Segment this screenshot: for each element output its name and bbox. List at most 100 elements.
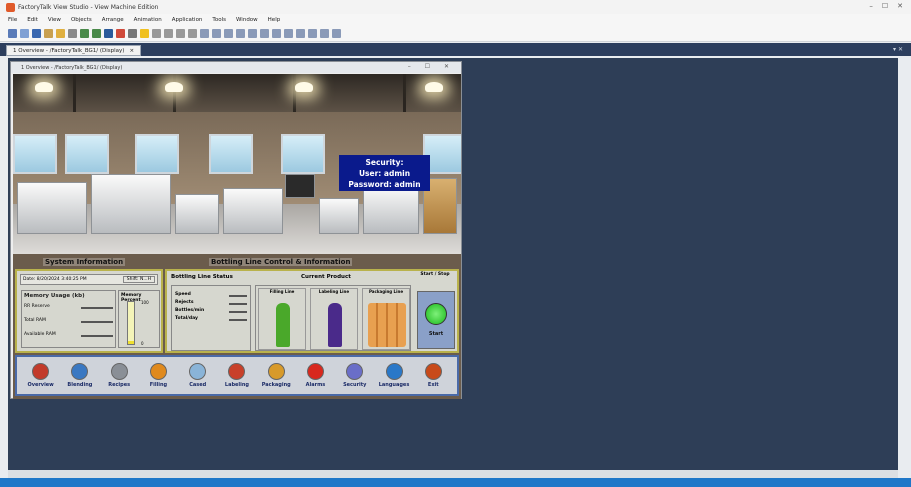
rectangle-tool-icon[interactable]: [164, 28, 173, 38]
navigation-bar: Overview Blending Recipes Filling Cased …: [15, 355, 459, 396]
maximize-button[interactable]: ☐: [882, 2, 888, 10]
string-display-icon[interactable]: [260, 28, 269, 38]
start-button[interactable]: Start: [417, 291, 455, 349]
rotary-filler: [91, 174, 171, 234]
security-label: Security:: [365, 158, 404, 167]
menu-tools[interactable]: Tools: [212, 17, 226, 23]
open-icon[interactable]: [20, 28, 29, 38]
memory-row: RR Reserve: [24, 304, 113, 309]
test-display-icon[interactable]: [104, 28, 113, 38]
nav-filling-button[interactable]: Filling: [140, 363, 176, 388]
nav-languages-button[interactable]: Languages: [376, 363, 412, 388]
ceiling-lamp: [35, 82, 53, 92]
memory-row-label: Available RAM: [24, 332, 56, 337]
button-tool-icon[interactable]: [236, 28, 245, 38]
tab-close-icon[interactable]: ×: [129, 48, 134, 54]
minimize-button[interactable]: –: [869, 2, 873, 10]
gauge-tool-icon[interactable]: [272, 28, 281, 38]
memory-bar: [127, 301, 135, 345]
labeled-bottle-icon: [328, 303, 342, 347]
trend-tool-icon[interactable]: [284, 28, 293, 38]
factory-window: [135, 134, 179, 174]
recipes-icon: [110, 363, 128, 380]
arc-tool-icon[interactable]: [212, 28, 221, 38]
shift-field: Shift: N...H: [122, 276, 155, 283]
numeric-display-icon[interactable]: [248, 28, 257, 38]
nav-recipes-button[interactable]: Recipes: [101, 363, 137, 388]
date-bar: Date: 8/20/2024 3:40:25 PM Shift: N...H: [20, 274, 158, 285]
horizontal-scrollbar[interactable]: [8, 470, 898, 478]
nav-label: Alarms: [305, 382, 326, 388]
status-row: Bottles/min: [175, 308, 247, 313]
zoom-in-icon[interactable]: [308, 28, 317, 38]
polyline-tool-icon[interactable]: [200, 28, 209, 38]
status-row: Total/day: [175, 316, 247, 321]
menu-view[interactable]: View: [48, 17, 61, 23]
menu-file[interactable]: File: [8, 17, 17, 23]
menu-objects[interactable]: Objects: [71, 17, 92, 23]
status-value: [229, 300, 247, 305]
memory-percent-box: Memory Percent 100 0: [118, 290, 160, 348]
menu-arrange[interactable]: Arrange: [102, 17, 124, 23]
nav-labeling-button[interactable]: Labeling: [219, 363, 255, 388]
menu-animation[interactable]: Animation: [134, 17, 162, 23]
save-icon[interactable]: [32, 28, 41, 38]
nav-cased-button[interactable]: Cased: [180, 363, 216, 388]
menu-help[interactable]: Help: [268, 17, 281, 23]
tab-list-icon[interactable]: ▾ ✕: [893, 46, 903, 53]
select-icon[interactable]: [128, 28, 137, 38]
memory-row: Available RAM: [24, 332, 113, 337]
packaging-station: Packaging Line: [362, 288, 410, 350]
cut-icon[interactable]: [44, 28, 53, 38]
nav-overview-button[interactable]: Overview: [23, 363, 59, 388]
date-time: Date: 8/20/2024 3:40:25 PM: [23, 277, 87, 282]
copy-icon[interactable]: [56, 28, 65, 38]
ceiling-beam: [73, 74, 76, 112]
security-info-box: Security: User: admin Password: admin: [339, 155, 430, 191]
menu-application[interactable]: Application: [172, 17, 203, 23]
memory-value: [81, 332, 113, 337]
factory-ceiling: [13, 74, 461, 112]
filling-machine: [17, 182, 87, 234]
nav-blending-button[interactable]: Blending: [62, 363, 98, 388]
paste-icon[interactable]: [68, 28, 77, 38]
menu-edit[interactable]: Edit: [27, 17, 38, 23]
highlight-icon[interactable]: [140, 28, 149, 38]
text-tool-icon[interactable]: [188, 28, 197, 38]
line-tool-icon[interactable]: [152, 28, 161, 38]
stop-icon[interactable]: [116, 28, 125, 38]
nav-label: Security: [343, 382, 367, 388]
close-button[interactable]: ✕: [897, 2, 903, 10]
status-value: [229, 316, 247, 321]
display-window-controls[interactable]: – ☐ ✕: [408, 63, 455, 70]
bottle-pack-icon: [368, 303, 406, 347]
new-icon[interactable]: [8, 28, 17, 38]
nav-security-button[interactable]: Security: [337, 363, 373, 388]
nav-exit-button[interactable]: Exit: [415, 363, 451, 388]
tab-overview[interactable]: 1 Overview - /FactoryTalk_BG1/ (Display)…: [6, 45, 142, 56]
memory-row-label: Total RAM: [24, 318, 46, 323]
menu-bar: File Edit View Objects Arrange Animation…: [0, 14, 911, 25]
menu-window[interactable]: Window: [236, 17, 258, 23]
factory-window: [281, 134, 325, 174]
globe-icon: [385, 363, 403, 380]
labeling-station: Labeling Line: [310, 288, 358, 350]
zoom-out-icon[interactable]: [320, 28, 329, 38]
nav-packaging-button[interactable]: Packaging: [258, 363, 294, 388]
filling-icon: [149, 363, 167, 380]
ellipse-tool-icon[interactable]: [176, 28, 185, 38]
alarm-tool-icon[interactable]: [296, 28, 305, 38]
start-indicator-icon: [425, 303, 447, 325]
memory-usage-box: Memory Usage (kb) RR Reserve Total RAM A…: [21, 290, 116, 348]
status-value: [229, 308, 247, 313]
redo-icon[interactable]: [92, 28, 101, 38]
undo-icon[interactable]: [80, 28, 89, 38]
image-tool-icon[interactable]: [224, 28, 233, 38]
ceiling-lamp: [165, 82, 183, 92]
ceiling-beam: [403, 74, 406, 112]
filling-station: Filling Line: [258, 288, 306, 350]
status-value: [229, 292, 247, 297]
start-stop-label: Start / Stop: [420, 272, 450, 277]
nav-alarms-button[interactable]: Alarms: [297, 363, 333, 388]
grid-icon[interactable]: [332, 28, 341, 38]
